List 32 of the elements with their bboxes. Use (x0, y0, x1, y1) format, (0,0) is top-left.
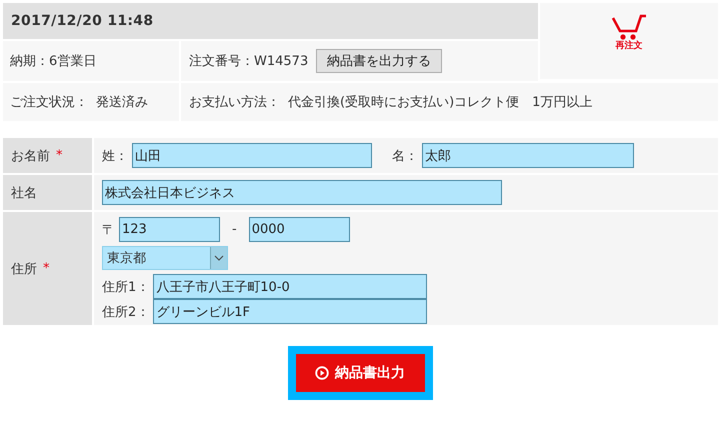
reorder-button[interactable]: 再注文 (611, 13, 647, 52)
payment-label: お支払い方法： (189, 94, 280, 111)
chevron-down-icon (210, 247, 227, 269)
input-field[interactable]: グリーンビル1F (153, 299, 428, 324)
input-field[interactable]: 山田 (132, 143, 372, 168)
order-datetime: 2017/12/20 11:48 (11, 13, 154, 29)
postal-mark: 〒 (102, 222, 115, 238)
status-value: 発送済み (96, 94, 148, 111)
order-number: 注文番号：W14573 (189, 53, 308, 70)
prefecture-dropdown[interactable]: 東京都 (102, 246, 228, 270)
zip-separator: - (232, 222, 237, 237)
field-label: 住所 (11, 260, 37, 278)
field-label: 姓： (102, 148, 128, 164)
field-label: 名： (392, 148, 418, 164)
cart-icon (611, 13, 647, 41)
input-field[interactable]: 0000 (248, 217, 350, 242)
required-mark: * (43, 261, 50, 276)
input-field[interactable]: 太郎 (422, 143, 634, 168)
delivery-text: 納期：6営業日 (10, 53, 96, 70)
field-label: 住所2： (102, 304, 150, 320)
field-label: 住所1： (102, 278, 150, 296)
input-field[interactable]: 八王子市八王子町10-0 (153, 274, 428, 299)
status-label: ご注文状況： (10, 94, 88, 111)
payment-value: 代金引換(受取時にお支払い)コレクト便 1万円以上 (288, 94, 592, 111)
field-label: お名前 (11, 148, 50, 164)
field-label: 社名 (11, 184, 37, 202)
input-field[interactable]: 123 (119, 217, 220, 242)
input-field[interactable]: 株式会社日本ビジネス (102, 180, 502, 205)
play-circle-icon (315, 366, 329, 380)
submit-button[interactable]: 納品書出力 (288, 346, 432, 400)
invoice-button[interactable]: 納品書を出力する (316, 49, 442, 73)
required-mark: * (56, 148, 62, 163)
